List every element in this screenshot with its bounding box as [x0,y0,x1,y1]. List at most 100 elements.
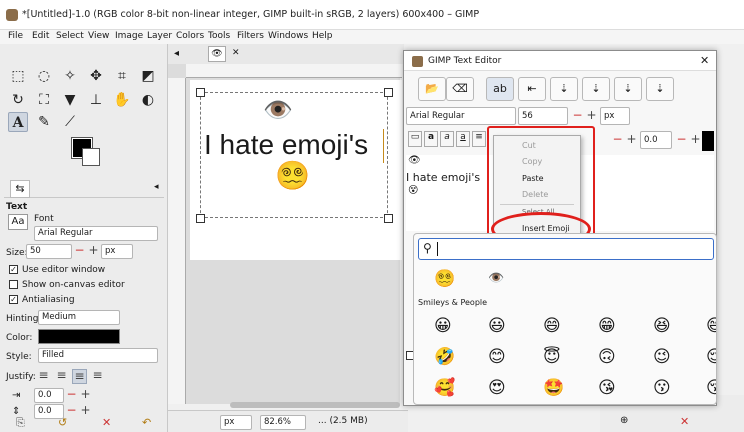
emoji-upside-down[interactable]: 🙃 [598,347,616,367]
justify-center-icon[interactable]: ≡ [72,369,87,384]
emoji-recent-eye[interactable]: 👁️ [488,269,504,289]
style-select[interactable]: Filled [38,348,158,363]
clone-icon[interactable]: ⊥ [86,90,106,110]
handle-top-left[interactable] [196,88,205,97]
emoji-smile[interactable]: 😄 [543,316,561,336]
ttb-rtl-icon[interactable]: ⇣ [550,77,578,101]
tab-arrow-icon[interactable]: ◂ [174,48,179,59]
indent-increase-button[interactable]: + [78,388,93,403]
unit-select[interactable]: px [220,415,252,430]
handle-bottom-left[interactable] [196,214,205,223]
emoji-kissing-heart[interactable]: 😘 [598,378,616,398]
ttb-ltr-icon[interactable]: ⇣ [614,77,642,101]
emoji-grin[interactable]: 😁 [598,316,616,336]
measure-icon[interactable]: ⟋ [60,112,80,132]
text-layer-box[interactable]: 👁️ I hate emoji's 😵‍💫 [200,92,388,218]
move-icon[interactable]: ✥ [86,66,106,86]
emoji-recent-dizzy[interactable]: 😵‍💫 [434,269,455,289]
emoji-rofl[interactable]: 🤣 [434,347,455,367]
menu-file[interactable]: File [8,31,23,41]
restore-options-icon[interactable]: ↺ [58,416,67,429]
emoji-innocent[interactable]: 😇 [543,347,561,367]
indent-decrease-button[interactable]: − [64,388,79,403]
rtl-direction-icon[interactable]: ⇤ [518,77,546,101]
cage-icon[interactable]: ⛶ [34,90,54,110]
emoji-heart-eyes[interactable]: 😍 [488,378,506,398]
menu-filters[interactable]: Filters [237,31,264,41]
close-tab-icon[interactable]: ✕ [232,48,240,58]
font-preview-icon[interactable]: Aa [8,214,28,230]
ttb-ltr-upright-icon[interactable]: ⇣ [646,77,674,101]
menu-image[interactable]: Image [115,31,143,41]
menu-edit[interactable]: Edit [32,31,49,41]
bold-icon[interactable]: a [424,131,438,147]
horizontal-scrollbar[interactable] [230,402,400,408]
kerning-field[interactable]: 0.0 [640,131,672,149]
emoji-search-input[interactable]: ⚲ [418,238,714,260]
size-field[interactable]: 50 [26,244,72,259]
clear-style-icon[interactable]: ▭ [408,131,422,147]
editor-color-button[interactable] [702,131,714,151]
dodge-icon[interactable]: ◐ [138,90,158,110]
text-color-button[interactable] [38,329,120,344]
font-field[interactable]: Arial Regular [34,226,158,241]
editor-size-decrease-button[interactable]: − [570,109,585,124]
justify-left-icon[interactable]: ≡ [36,369,51,384]
smudge-icon[interactable]: ✋ [112,90,132,110]
text-tool-icon[interactable]: A [8,112,28,132]
menu-select[interactable]: Select [56,31,84,41]
background-color-swatch[interactable] [82,148,100,166]
transform-icon[interactable]: ◩ [138,66,158,86]
emoji-smiling-hearts[interactable]: 🥰 [434,378,455,398]
justify-right-icon[interactable]: ≡ [54,369,69,384]
on-canvas-checkbox[interactable] [9,280,18,289]
editor-size-increase-button[interactable]: + [584,109,599,124]
strikethrough-icon[interactable]: ≡ [472,131,486,147]
delete-layer-icon[interactable]: ✕ [680,415,689,428]
emoji-smiley[interactable]: 😃 [488,316,506,336]
warp-icon[interactable]: ↻ [8,90,28,110]
emoji-wink[interactable]: 😉 [653,347,671,367]
indent-field[interactable]: 0.0 [34,388,64,403]
kerning-increase-button[interactable]: + [688,133,703,148]
editor-size-field[interactable]: 56 [518,107,568,125]
delete-options-icon[interactable]: ✕ [102,416,111,429]
new-layer-icon[interactable]: ⊕ [620,415,628,426]
bucket-fill-icon[interactable]: ▼ [60,90,80,110]
spacing-increase-button[interactable]: + [78,404,93,419]
emoji-sweat-smile[interactable]: 😅 [706,316,716,336]
save-options-icon[interactable]: ⎘ [16,416,25,430]
ltr-direction-icon[interactable]: ab [486,77,514,101]
menu-view[interactable]: View [88,31,109,41]
baseline-decrease-button[interactable]: − [610,133,625,148]
crop-icon[interactable]: ⌗ [112,66,132,86]
open-file-icon[interactable]: 📂 [418,77,446,101]
menu-tools[interactable]: Tools [208,31,230,41]
tab-menu-icon[interactable]: ◂ [154,182,159,192]
clear-text-icon[interactable]: ⌫ [446,77,474,101]
handle-bottom-right[interactable] [384,214,393,223]
editor-unit-select[interactable]: px [600,107,630,125]
emoji-relieved[interactable]: 😌 [706,347,716,367]
italic-icon[interactable]: a [440,131,454,147]
hinting-select[interactable]: Medium [38,310,120,325]
rect-select-icon[interactable]: ⬚ [8,66,28,86]
use-editor-checkbox[interactable]: ✓ [9,265,18,274]
menu-layer[interactable]: Layer [147,31,172,41]
emoji-grinning[interactable]: 😀 [434,316,452,336]
reset-options-icon[interactable]: ↶ [142,416,151,429]
editor-font-field[interactable]: Arial Regular [406,107,516,125]
menu-colors[interactable]: Colors [176,31,204,41]
lasso-icon[interactable]: ◌ [34,66,54,86]
emoji-laughing[interactable]: 😆 [653,316,671,336]
tool-options-tab-icon[interactable]: ⇆ [10,180,30,198]
baseline-increase-button[interactable]: + [624,133,639,148]
menu-windows[interactable]: Windows [268,31,308,41]
emoji-blush[interactable]: 😊 [488,347,506,367]
underline-icon[interactable]: a [456,131,470,147]
emoji-kissing-closed-eyes[interactable]: 😚 [706,378,716,398]
justify-fill-icon[interactable]: ≡ [90,369,105,384]
size-decrease-button[interactable]: − [72,244,87,259]
antialiasing-checkbox[interactable]: ✓ [9,295,18,304]
color-picker-icon[interactable]: ✎ [34,112,54,132]
